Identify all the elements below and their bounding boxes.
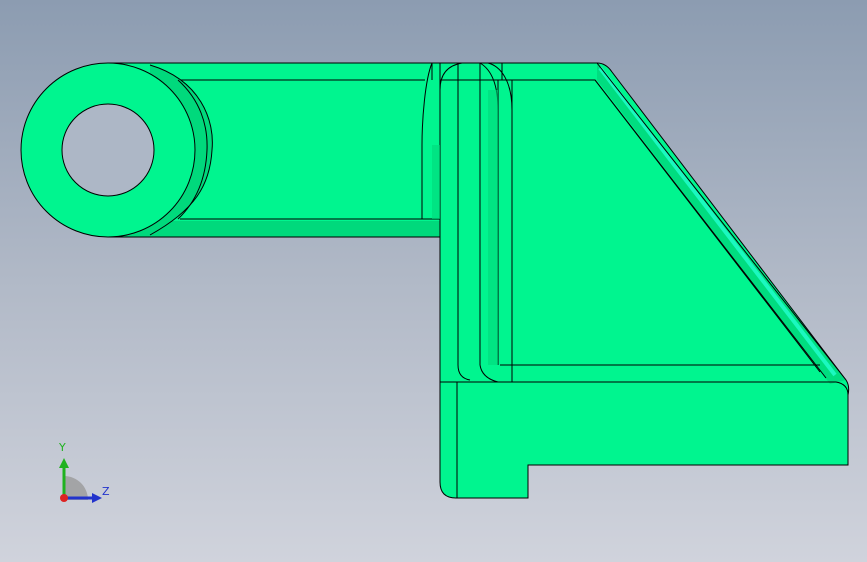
coordinate-triad: Y Z	[50, 440, 120, 510]
bore-hole[interactable]	[61, 103, 155, 197]
graphics-viewport[interactable]: Y Z	[0, 0, 867, 562]
part-boss[interactable]	[20, 62, 196, 238]
y-axis-label: Y	[59, 441, 66, 454]
z-axis-label: Z	[102, 485, 110, 498]
part-plate[interactable]	[421, 62, 850, 499]
part-model[interactable]	[0, 0, 867, 562]
